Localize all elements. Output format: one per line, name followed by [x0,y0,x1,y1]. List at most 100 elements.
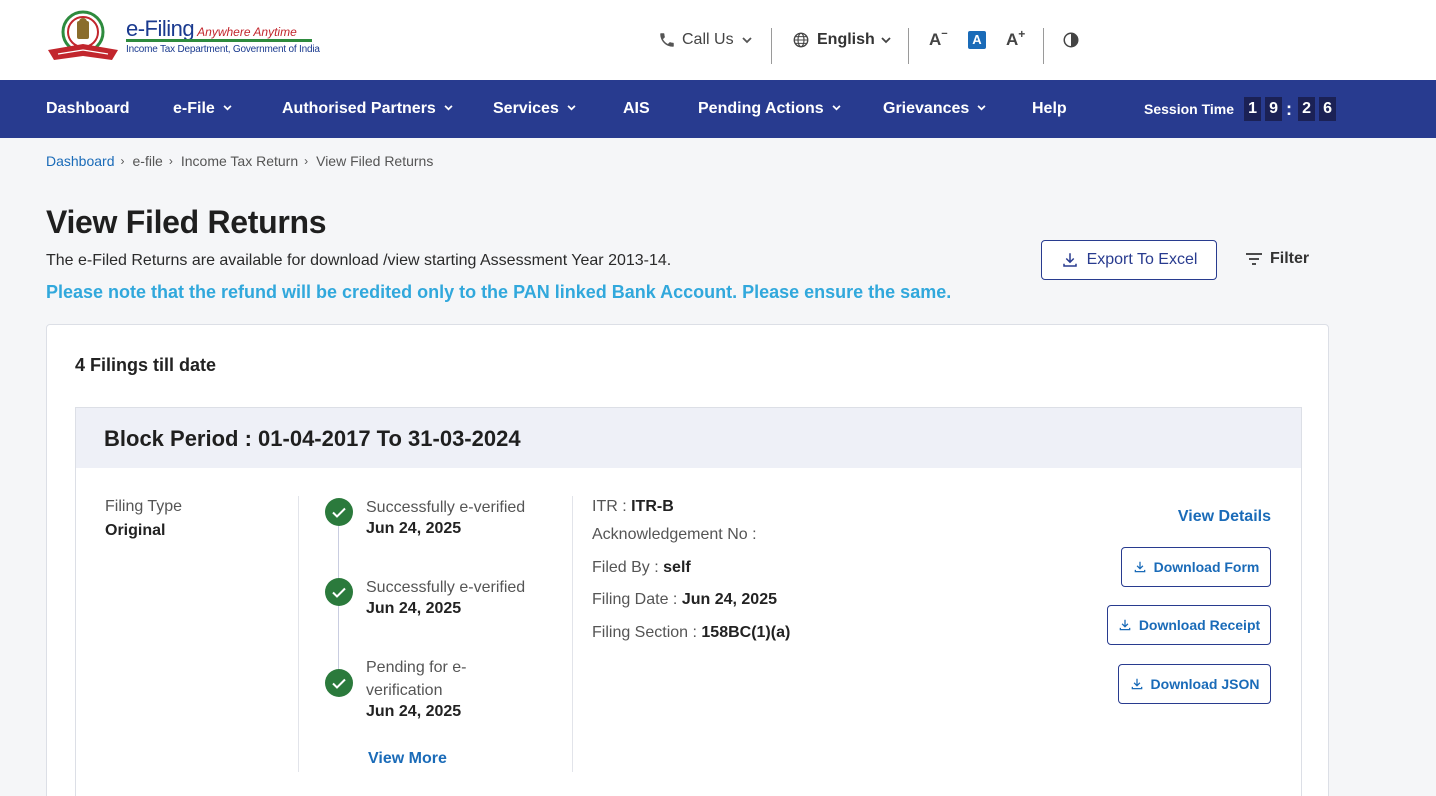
chevron-right-icon: › [120,154,125,168]
nav-label: e-File [173,100,215,117]
download-receipt-button[interactable]: Download Receipt [1107,605,1271,645]
globe-icon [792,31,810,49]
font-decrease-button[interactable]: A − [929,0,948,80]
nav-efile[interactable]: e-File [173,80,232,138]
header-divider [1043,28,1044,64]
nav-pending-actions[interactable]: Pending Actions [698,80,841,138]
timeline-status: Pending for e-verification [366,659,467,699]
nav-label: AIS [623,100,650,117]
session-digit: 6 [1319,97,1337,121]
session-digit: 9 [1265,97,1283,121]
chevron-down-icon [444,103,453,114]
filing-section: Filing Section : 158BC(1)(a) [592,624,790,642]
timeline-step: Pending for e-verification Jun 24, 2025 [366,656,486,722]
chevron-down-icon [223,103,232,114]
nav-label: Services [493,100,559,117]
font-increase-label: A [1006,30,1019,49]
font-reset-label: A [968,31,986,49]
session-digit: 1 [1244,97,1262,121]
timeline-date: Jun 24, 2025 [366,600,462,617]
ack-number: Acknowledgement No : [592,526,757,544]
filter-button[interactable]: Filter [1246,248,1309,270]
nav-authorised-partners[interactable]: Authorised Partners [282,80,453,138]
brand-underline [126,39,312,42]
breadcrumb-efile[interactable]: e-file [133,153,163,169]
timeline-step: Successfully e-verified Jun 24, 2025 [366,496,546,539]
filed-by-value: self [663,559,691,576]
contrast-icon [1062,31,1080,49]
timeline-status: Successfully e-verified [366,499,526,516]
filings-card: 4 Filings till date Block Period : 01-04… [46,324,1329,796]
nav-grievances[interactable]: Grievances [883,80,986,138]
nav-help[interactable]: Help [1032,80,1067,138]
breadcrumb: Dashboard › e-file › Income Tax Return › Vi… [46,153,433,169]
breadcrumb-income-tax-return[interactable]: Income Tax Return [181,153,298,169]
filed-by-label: Filed By : [592,559,664,576]
filing-date: Filing Date : Jun 24, 2025 [592,591,777,609]
nav-services[interactable]: Services [493,80,576,138]
download-json-label: Download JSON [1150,676,1260,692]
filing-date-label: Filing Date : [592,591,682,608]
filing-section-value: 158BC(1)(a) [701,624,791,641]
check-icon [325,669,353,697]
phone-icon [658,31,676,49]
view-details-link[interactable]: View Details [1178,508,1271,526]
nav-ais[interactable]: AIS [623,80,650,138]
language-label: English [817,31,875,48]
efiling-logo[interactable]: e-Filing Anywhere Anytime Income Tax Depa… [46,10,321,65]
nav-label: Dashboard [46,100,130,117]
emblem-icon [48,10,118,60]
font-increase-button[interactable]: A + [1006,0,1025,80]
download-icon [1130,677,1144,691]
itr-label: ITR : [592,498,632,515]
filing-type-value: Original [105,522,166,539]
export-label: Export To Excel [1086,251,1198,268]
view-more-link[interactable]: View More [368,750,447,768]
block-period-header: Block Period : 01-04-2017 To 31-03-2024 [76,408,1301,468]
filing-date-value: Jun 24, 2025 [681,591,777,608]
session-digit: 2 [1298,97,1316,121]
header-divider [908,28,909,64]
font-decrease-label: A [929,30,942,49]
download-receipt-label: Download Receipt [1138,617,1261,633]
download-json-button[interactable]: Download JSON [1118,664,1271,704]
timeline-date: Jun 24, 2025 [366,520,462,537]
export-to-excel-button[interactable]: Export To Excel [1041,240,1217,280]
brand-main: e-Filing [126,16,195,41]
filed-by: Filed By : self [592,559,691,577]
nav-label: Grievances [883,100,970,117]
filing-type: Filing Type Original [105,498,182,540]
chevron-down-icon [832,103,841,114]
column-divider [298,496,299,772]
breadcrumb-dashboard[interactable]: Dashboard [46,153,115,169]
chevron-down-icon [741,36,752,44]
nav-label: Help [1032,100,1067,117]
chevron-right-icon: › [304,154,309,168]
chevron-down-icon [977,103,986,114]
language-dropdown[interactable]: English [792,0,891,80]
filter-label: Filter [1270,250,1310,267]
page-subtitle: The e-Filed Returns are available for do… [46,252,672,269]
ack-label: Acknowledgement No : [592,526,757,543]
page-title: View Filed Returns [46,204,327,240]
contrast-toggle[interactable] [1062,0,1080,80]
filing-type-label: Filing Type [105,498,183,515]
download-icon [1118,618,1132,632]
column-divider [572,496,573,772]
nav-label: Authorised Partners [282,100,436,117]
refund-notice: Please note that the refund will be cred… [46,282,952,302]
download-form-button[interactable]: Download Form [1121,547,1271,587]
call-us-dropdown[interactable]: Call Us [658,0,752,80]
timeline-date: Jun 24, 2025 [366,703,462,720]
nav-dashboard[interactable]: Dashboard [46,80,130,138]
filings-count: 4 Filings till date [75,355,217,375]
chevron-down-icon [881,36,891,44]
filing-item: Block Period : 01-04-2017 To 31-03-2024 … [75,407,1302,796]
font-reset-button[interactable]: A [968,0,986,80]
header-divider [771,28,772,64]
breadcrumb-current: View Filed Returns [316,153,434,169]
session-timer: Session Time 1 9 : 2 6 [1144,80,1337,138]
brand-subtitle: Income Tax Department, Government of Ind… [126,44,320,55]
check-icon [325,498,353,526]
filing-section-label: Filing Section : [592,624,702,641]
